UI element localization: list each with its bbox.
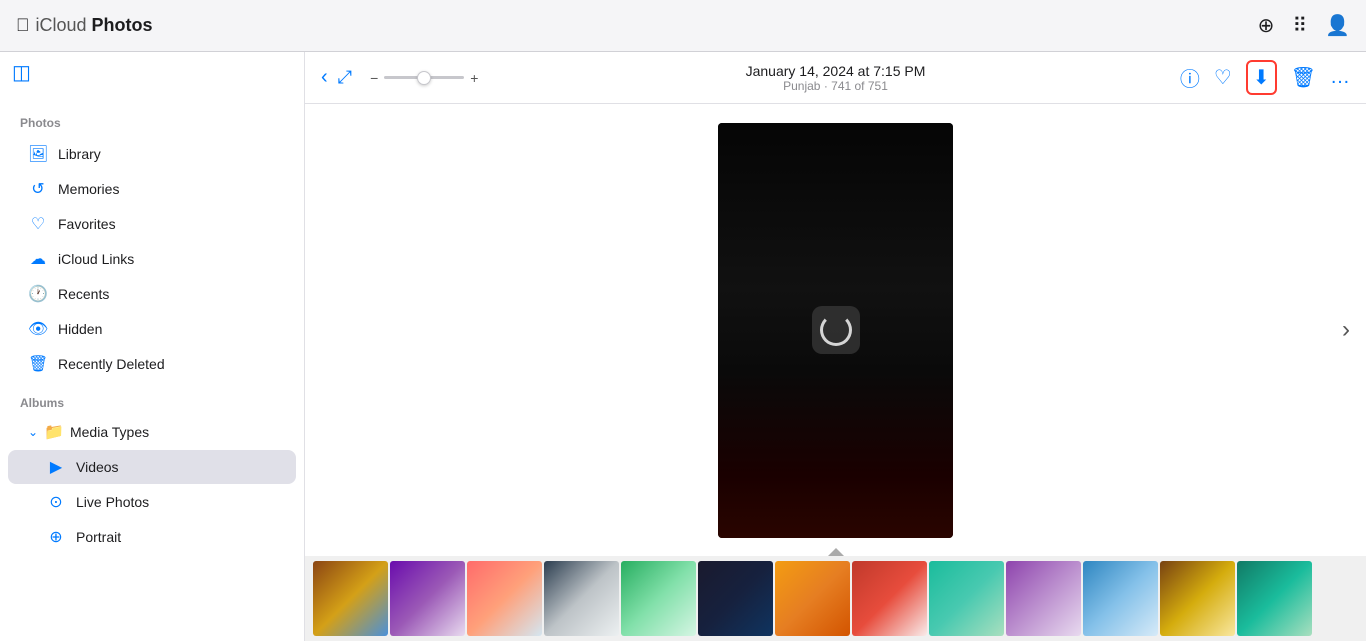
media-types-label: Media Types xyxy=(70,424,149,440)
toolbar-center: January 14, 2024 at 7:15 PM Punjab · 741… xyxy=(746,63,926,93)
sidebar-item-icloud-links[interactable]: ☁ iCloud Links xyxy=(8,242,296,276)
thumbnail-6[interactable] xyxy=(698,561,773,636)
sidebar-item-recents[interactable]: 🕐 Recents xyxy=(8,277,296,311)
add-icon[interactable]: ⊕ xyxy=(1258,13,1275,38)
hidden-icon: 👁 xyxy=(28,319,48,339)
zoom-track[interactable] xyxy=(384,76,464,79)
account-icon[interactable]: 👤 xyxy=(1325,13,1350,38)
chevron-down-icon: ⌄ xyxy=(28,425,38,439)
media-types-folder-icon: 📁 xyxy=(44,422,64,442)
photo-subtitle: Punjab · 741 of 751 xyxy=(746,79,926,93)
recently-deleted-icon: 🗑 xyxy=(28,354,48,374)
zoom-slider: − + xyxy=(370,70,478,86)
sidebar-item-label-favorites: Favorites xyxy=(58,216,116,232)
albums-section-title: Albums xyxy=(20,396,64,410)
photo-toolbar: ‹ ⤢ − + January 14, 2024 at 7:15 PM Punj… xyxy=(305,52,1366,104)
thumbnail-5[interactable] xyxy=(621,561,696,636)
sidebar-item-label-library: Library xyxy=(58,146,101,162)
thumbnail-7[interactable] xyxy=(775,561,850,636)
photo-date: January 14, 2024 at 7:15 PM xyxy=(746,63,926,79)
sidebar-item-memories[interactable]: ↺ Memories xyxy=(8,172,296,206)
delete-button[interactable]: 🗑 xyxy=(1291,65,1316,90)
next-photo-button[interactable]: › xyxy=(1342,316,1350,344)
thumbnail-13[interactable] xyxy=(1237,561,1312,636)
main-layout: ◫ Photos 🖼 Library ↺ Memories ♡ Favorite… xyxy=(0,52,1366,641)
info-button[interactable]: ⓘ xyxy=(1180,63,1200,92)
photo-view: › xyxy=(305,104,1366,556)
thumbnail-strip-inner xyxy=(305,557,1366,640)
app-header:  iCloud Photos ⊕ ⠿ 👤 xyxy=(0,0,1366,52)
toolbar-left: ‹ ⤢ − + xyxy=(321,66,478,89)
sidebar-item-label-hidden: Hidden xyxy=(58,321,102,337)
thumbnail-strip[interactable] xyxy=(305,556,1366,641)
sidebar-subitem-label-videos: Videos xyxy=(76,459,119,475)
header-left:  iCloud Photos xyxy=(16,15,153,36)
videos-icon: ▶ xyxy=(46,457,66,477)
sidebar-subitem-label-live-photos: Live Photos xyxy=(76,494,149,510)
memories-icon: ↺ xyxy=(28,179,48,199)
more-button[interactable]: … xyxy=(1330,66,1350,89)
thumbnail-2[interactable] xyxy=(390,561,465,636)
sidebar-item-recently-deleted[interactable]: 🗑 Recently Deleted xyxy=(8,347,296,381)
photos-section-title: Photos xyxy=(0,96,304,136)
thumbnail-4[interactable] xyxy=(544,561,619,636)
header-right: ⊕ ⠿ 👤 xyxy=(1258,13,1350,38)
grid-icon[interactable]: ⠿ xyxy=(1292,13,1307,38)
spinner-animation xyxy=(820,314,852,346)
sidebar-subitem-videos[interactable]: ▶ Videos xyxy=(8,450,296,484)
sidebar-item-label-memories: Memories xyxy=(58,181,119,197)
thumbnail-3[interactable] xyxy=(467,561,542,636)
sidebar-subitem-live-photos[interactable]: ⊙ Live Photos xyxy=(8,485,296,519)
app-title-photos: Photos xyxy=(92,15,153,35)
sidebar-subitem-portrait[interactable]: ⊕ Portrait xyxy=(8,520,296,554)
app-title-cloud: iCloud xyxy=(36,15,87,35)
sidebar: ◫ Photos 🖼 Library ↺ Memories ♡ Favorite… xyxy=(0,52,305,641)
download-button[interactable]: ⬇ xyxy=(1246,60,1277,95)
sidebar-item-favorites[interactable]: ♡ Favorites xyxy=(8,207,296,241)
content-area: ‹ ⤢ − + January 14, 2024 at 7:15 PM Punj… xyxy=(305,52,1366,641)
zoom-out-button[interactable]: − xyxy=(370,70,378,86)
strip-indicator xyxy=(828,548,844,556)
sidebar-item-library[interactable]: 🖼 Library xyxy=(8,137,296,171)
sidebar-item-label-recently-deleted: Recently Deleted xyxy=(58,356,165,372)
zoom-in-button[interactable]: + xyxy=(470,70,478,86)
sidebar-item-label-recents: Recents xyxy=(58,286,109,302)
thumbnail-12[interactable] xyxy=(1160,561,1235,636)
loading-spinner xyxy=(812,306,860,354)
albums-section-header: Albums xyxy=(0,382,304,414)
live-photos-icon: ⊙ xyxy=(46,492,66,512)
thumbnail-9[interactable] xyxy=(929,561,1004,636)
back-button[interactable]: ‹ xyxy=(321,66,328,89)
sidebar-item-hidden[interactable]: 👁 Hidden xyxy=(8,312,296,346)
expand-icon[interactable]: ⤢ xyxy=(338,67,352,88)
sidebar-toggle-button[interactable]: ◫ xyxy=(12,60,31,85)
thumbnail-1[interactable] xyxy=(313,561,388,636)
photo-container xyxy=(718,123,953,538)
favorites-icon: ♡ xyxy=(28,214,48,234)
zoom-thumb[interactable] xyxy=(417,71,431,85)
library-icon: 🖼 xyxy=(28,144,48,164)
thumbnail-8[interactable] xyxy=(852,561,927,636)
favorite-button[interactable]: ♡ xyxy=(1214,65,1232,90)
toolbar-right: ⓘ ♡ ⬇ 🗑 … xyxy=(1180,60,1350,95)
sidebar-item-media-types[interactable]: ⌄ 📁 Media Types xyxy=(8,415,296,449)
sidebar-item-label-icloud-links: iCloud Links xyxy=(58,251,134,267)
thumbnail-10[interactable] xyxy=(1006,561,1081,636)
thumbnail-11[interactable] xyxy=(1083,561,1158,636)
apple-logo-icon:  xyxy=(16,15,30,36)
recents-icon: 🕐 xyxy=(28,284,48,304)
portrait-icon: ⊕ xyxy=(46,527,66,547)
app-title: iCloud Photos xyxy=(36,15,153,36)
sidebar-subitem-label-portrait: Portrait xyxy=(76,529,121,545)
icloud-links-icon: ☁ xyxy=(28,249,48,269)
